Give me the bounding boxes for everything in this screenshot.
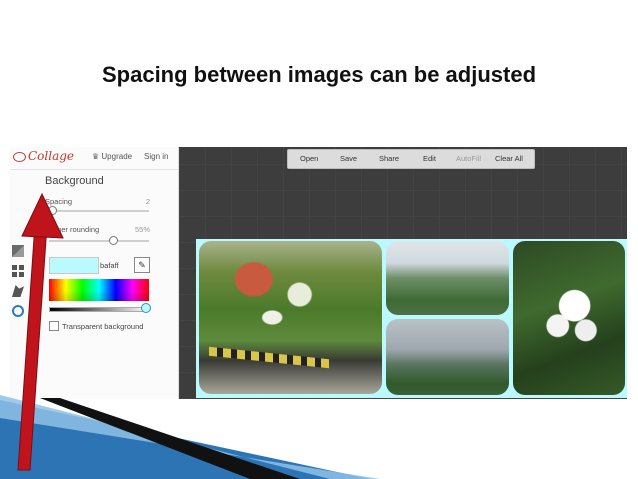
arrow-head [21,192,64,239]
annotation-arrow [17,192,64,471]
arrow-shaft [17,223,48,471]
